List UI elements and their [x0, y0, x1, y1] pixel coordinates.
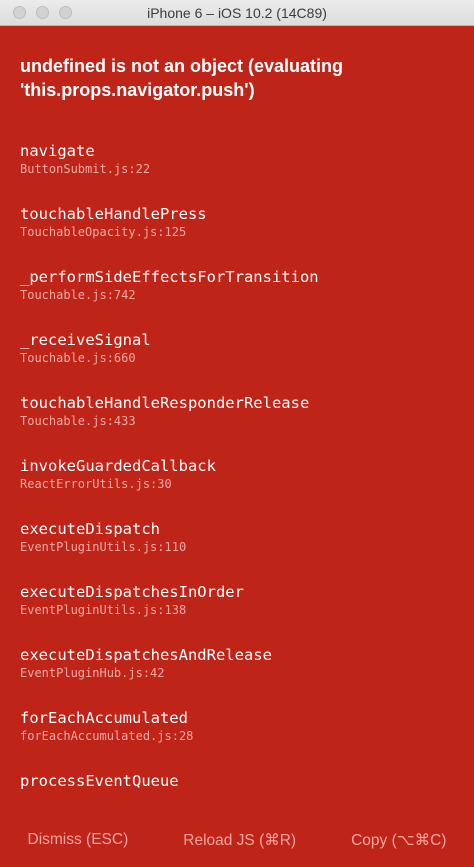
- stack-frame-method: touchableHandlePress: [20, 205, 207, 223]
- stack-frame-method: invokeGuardedCallback: [20, 457, 216, 475]
- stack-frame-location: EventPluginHub.js:42: [20, 666, 165, 680]
- copy-button[interactable]: Copy (⌥⌘C): [347, 825, 450, 856]
- stack-frame[interactable]: processEventQueue: [20, 771, 460, 813]
- stack-frame-location: ButtonSubmit.js:22: [20, 162, 151, 176]
- stack-frame-location: EventPluginUtils.js:138: [20, 603, 187, 617]
- stack-frame-method: executeDispatchesAndRelease: [20, 646, 272, 664]
- stack-trace[interactable]: navigate ButtonSubmit.js:22 touchableHan…: [20, 141, 460, 813]
- simulator-window: iPhone 6 – iOS 10.2 (14C89) undefined is…: [0, 0, 474, 867]
- stack-frame[interactable]: executeDispatchesInOrder EventPluginUtil…: [20, 582, 460, 645]
- stack-frame-method: executeDispatchesInOrder: [20, 583, 244, 601]
- dismiss-button[interactable]: Dismiss (ESC): [24, 825, 133, 855]
- stack-frame-location: forEachAccumulated.js:28: [20, 729, 194, 743]
- stack-frame[interactable]: executeDispatch EventPluginUtils.js:110: [20, 519, 460, 582]
- stack-frame-location: Touchable.js:433: [20, 414, 136, 428]
- window-titlebar: iPhone 6 – iOS 10.2 (14C89): [0, 0, 474, 26]
- stack-frame[interactable]: touchableHandlePress TouchableOpacity.js…: [20, 204, 460, 267]
- stack-frame-location: ReactErrorUtils.js:30: [20, 477, 172, 491]
- stack-frame[interactable]: touchableHandleResponderRelease Touchabl…: [20, 393, 460, 456]
- stack-frame-method: forEachAccumulated: [20, 709, 188, 727]
- stack-frame-location: EventPluginUtils.js:110: [20, 540, 187, 554]
- stack-frame-location: Touchable.js:742: [20, 288, 136, 302]
- stack-frame-method: executeDispatch: [20, 520, 160, 538]
- stack-frame-method: _receiveSignal: [20, 331, 151, 349]
- error-message: undefined is not an object (evaluating '…: [20, 56, 344, 100]
- stack-frame-location: Touchable.js:660: [20, 351, 136, 365]
- stack-frame-method: navigate: [20, 142, 95, 160]
- stack-frame[interactable]: invokeGuardedCallback ReactErrorUtils.js…: [20, 456, 460, 519]
- reload-js-button[interactable]: Reload JS (⌘R): [179, 825, 300, 856]
- stack-frame-method: processEventQueue: [20, 772, 179, 790]
- stack-frame[interactable]: executeDispatchesAndRelease EventPluginH…: [20, 645, 460, 708]
- stack-frame[interactable]: forEachAccumulated forEachAccumulated.js…: [20, 708, 460, 771]
- redbox-error-screen: undefined is not an object (evaluating '…: [0, 26, 474, 813]
- stack-frame[interactable]: _receiveSignal Touchable.js:660: [20, 330, 460, 393]
- window-title: iPhone 6 – iOS 10.2 (14C89): [147, 5, 327, 21]
- redbox-button-bar: Dismiss (ESC) Reload JS (⌘R) Copy (⌥⌘C): [0, 813, 474, 867]
- stack-frame-method: _performSideEffectsForTransition: [20, 268, 319, 286]
- stack-frame[interactable]: _performSideEffectsForTransition Touchab…: [20, 267, 460, 330]
- stack-frame[interactable]: navigate ButtonSubmit.js:22: [20, 141, 460, 204]
- stack-frame-location: TouchableOpacity.js:125: [20, 225, 187, 239]
- stack-frame-method: touchableHandleResponderRelease: [20, 394, 310, 412]
